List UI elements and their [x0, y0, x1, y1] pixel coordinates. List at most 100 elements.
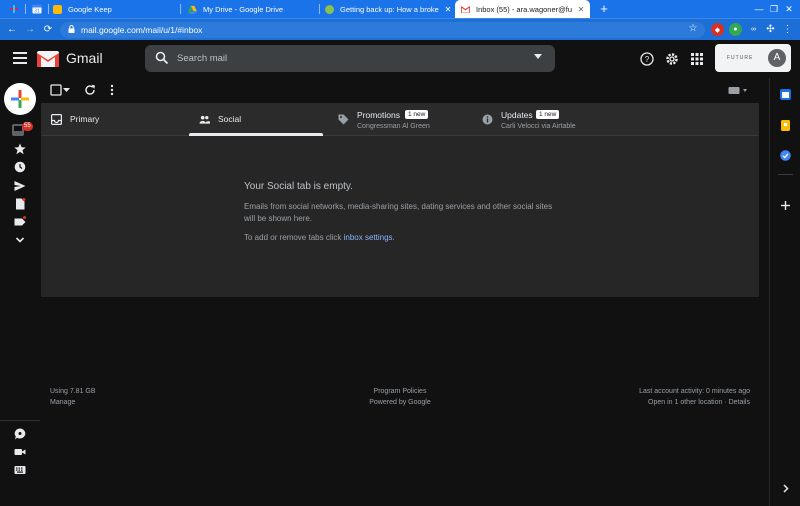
- apps-grid-icon[interactable]: [690, 52, 704, 66]
- gmail-icon: [461, 5, 470, 14]
- drafts-icon[interactable]: [14, 198, 26, 210]
- bookmark-star-icon[interactable]: ☆: [686, 22, 700, 36]
- gmail-header: Gmail Search mail ? FUTURE A: [0, 40, 800, 78]
- pinned-tab-calendar-icon[interactable]: 31: [30, 2, 44, 16]
- browser-toolbar: ← → ⟳ mail.google.com/mail/u/1/#inbox ☆ …: [0, 18, 800, 40]
- tab-title: Google Keep: [68, 4, 112, 14]
- drive-icon: [188, 5, 197, 14]
- expand-panel-chevron-icon[interactable]: [780, 483, 791, 494]
- select-all-checkbox[interactable]: [50, 84, 62, 96]
- sent-icon[interactable]: [14, 180, 26, 192]
- storage-info: Using 7.81 GB Manage: [50, 386, 96, 408]
- inbox-tray-icon: [51, 114, 62, 125]
- android-icon: [325, 4, 334, 14]
- tab-social-label: Social: [218, 114, 242, 124]
- search-bar[interactable]: Search mail: [145, 45, 555, 72]
- label-icon[interactable]: [14, 216, 26, 228]
- tab-separator: [48, 4, 49, 14]
- tab-google-keep[interactable]: Google Keep: [53, 0, 171, 18]
- new-tab-button[interactable]: +: [597, 2, 611, 16]
- lock-icon: [68, 25, 75, 35]
- settings-hint-prefix: To add or remove tabs click: [244, 233, 344, 242]
- program-policies-link[interactable]: Program Policies: [340, 386, 460, 397]
- tab-promotions-label: Promotions: [357, 110, 400, 120]
- meet-video-icon[interactable]: [14, 446, 26, 458]
- updates-new-badge: 1 new: [536, 110, 560, 119]
- tasks-app-icon[interactable]: [780, 150, 791, 161]
- reload-icon[interactable]: ⟳: [41, 23, 55, 37]
- extension-link-icon[interactable]: ∞: [747, 23, 760, 36]
- tag-icon: [338, 114, 349, 125]
- activity-details-link[interactable]: Open in 1 other location · Details: [560, 397, 750, 408]
- chat-bubble-icon[interactable]: [14, 428, 26, 440]
- search-options-icon[interactable]: [534, 54, 542, 59]
- inbox-unread-badge: 55: [22, 122, 33, 131]
- search-icon[interactable]: [155, 51, 169, 65]
- compose-plus-icon: [11, 90, 29, 108]
- tab-title: Inbox (55) - ara.wagoner@future: [476, 4, 572, 14]
- active-tab-indicator: [189, 133, 323, 136]
- select-dropdown-icon[interactable]: [63, 88, 70, 93]
- tab-separator: [319, 4, 320, 14]
- tab-separator: [180, 4, 181, 14]
- empty-state-settings-hint: To add or remove tabs click inbox settin…: [244, 233, 395, 242]
- minimize-icon[interactable]: —: [752, 2, 766, 16]
- search-input[interactable]: Search mail: [177, 53, 227, 64]
- starred-icon[interactable]: [14, 143, 26, 155]
- tab-updates[interactable]: Updates 1 new Carli Velocci via Airtable: [472, 103, 632, 136]
- tab-gmail-inbox[interactable]: Inbox (55) - ara.wagoner@future ✕: [455, 0, 590, 18]
- tab-separator: [25, 4, 26, 14]
- footer-center: Program Policies Powered by Google: [340, 386, 460, 408]
- browser-tab-strip: 31 Google Keep My Drive - Google Drive G…: [0, 0, 800, 18]
- settings-gear-icon[interactable]: [665, 52, 679, 66]
- url-text: mail.google.com/mail/u/1/#inbox: [81, 25, 203, 35]
- powered-by-google: Powered by Google: [369, 399, 431, 406]
- avatar[interactable]: A: [768, 49, 786, 67]
- tab-google-drive[interactable]: My Drive - Google Drive: [188, 0, 316, 18]
- more-chevron-down-icon[interactable]: [14, 234, 26, 246]
- forward-icon[interactable]: →: [23, 23, 37, 37]
- more-options-icon[interactable]: [109, 84, 115, 96]
- manage-storage-link[interactable]: Manage: [50, 397, 96, 408]
- compose-button[interactable]: [4, 83, 36, 115]
- close-tab-icon[interactable]: ✕: [576, 5, 586, 14]
- gmail-logo-icon[interactable]: [37, 50, 59, 67]
- tab-social[interactable]: Social: [189, 103, 323, 136]
- tab-promotions[interactable]: Promotions 1 new Congressman Al Green: [328, 103, 473, 136]
- organization-logo: FUTURE: [727, 55, 754, 61]
- back-icon[interactable]: ←: [5, 23, 19, 37]
- tab-primary[interactable]: Primary: [41, 103, 189, 136]
- side-panel-divider: [778, 174, 793, 175]
- tab-title: Getting back up: How a broken C: [340, 4, 439, 14]
- keep-app-icon[interactable]: [780, 120, 791, 131]
- refresh-icon[interactable]: [84, 84, 96, 96]
- svg-text:?: ?: [645, 55, 650, 64]
- snoozed-clock-icon[interactable]: [14, 161, 26, 173]
- promotions-new-badge: 1 new: [405, 110, 429, 119]
- help-icon[interactable]: ?: [640, 52, 654, 66]
- tab-article[interactable]: Getting back up: How a broken C ✕: [325, 0, 453, 18]
- close-window-icon[interactable]: ✕: [782, 2, 796, 16]
- info-icon: [482, 114, 493, 125]
- svg-text:31: 31: [34, 9, 40, 15]
- left-nav-divider: [0, 420, 40, 421]
- chrome-menu-icon[interactable]: ⋮: [781, 23, 794, 36]
- get-addons-plus-icon[interactable]: [780, 200, 791, 211]
- gmail-wordmark[interactable]: Gmail: [66, 50, 103, 66]
- pinned-tab-slack-icon[interactable]: [7, 2, 21, 16]
- keyboard-icon[interactable]: [14, 464, 26, 476]
- account-switcher[interactable]: FUTURE A: [715, 44, 791, 72]
- restore-icon[interactable]: ❐: [767, 2, 781, 16]
- extensions-puzzle-icon[interactable]: ✣: [764, 23, 777, 36]
- extension-shield-icon[interactable]: ◆: [711, 23, 724, 36]
- keep-icon: [53, 4, 62, 14]
- extension-green-icon[interactable]: ●: [729, 23, 742, 36]
- main-menu-icon[interactable]: [13, 52, 27, 64]
- tab-updates-label: Updates: [501, 110, 533, 120]
- input-tools-keyboard-icon[interactable]: [728, 86, 748, 95]
- inbox-settings-link[interactable]: inbox settings: [344, 233, 393, 242]
- address-bar[interactable]: mail.google.com/mail/u/1/#inbox: [60, 22, 705, 38]
- close-tab-icon[interactable]: ✕: [443, 5, 453, 14]
- calendar-app-icon[interactable]: [780, 89, 791, 100]
- category-tabs: Primary Social Promotions 1 new Congress…: [41, 103, 759, 136]
